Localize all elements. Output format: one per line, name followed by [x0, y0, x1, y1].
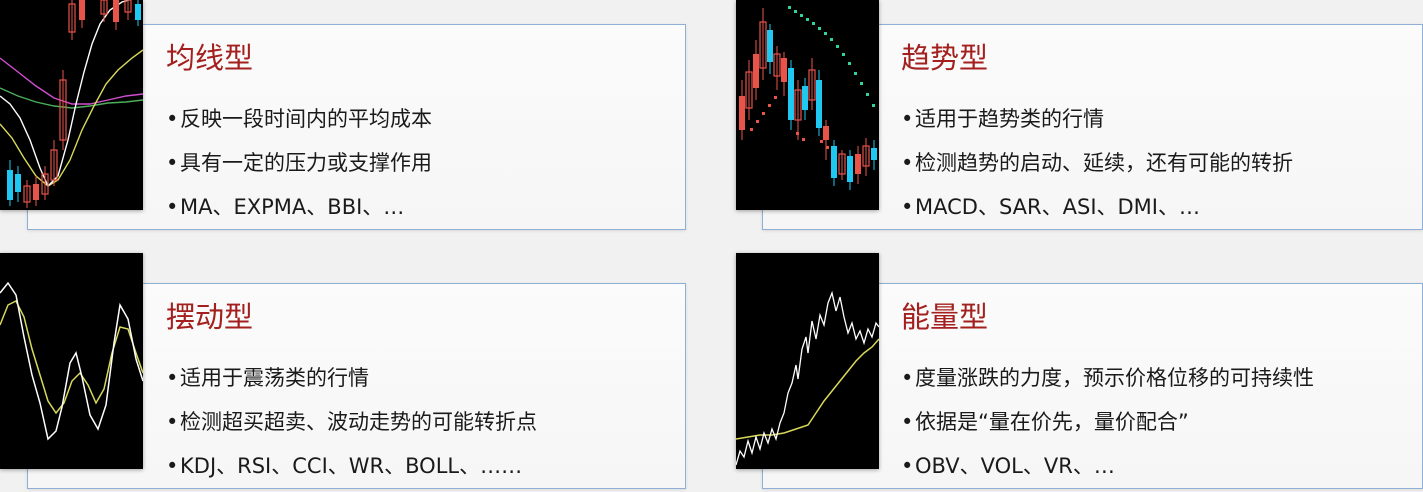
oscillator-chart [0, 281, 143, 441]
oscillator-line-white [0, 281, 143, 441]
volume-chart-thumbnail [736, 253, 879, 469]
list-item: •具有一定的压力或支撑作用 [166, 151, 432, 175]
candle [788, 68, 794, 120]
volume-line-yellow [736, 338, 879, 440]
candle [739, 96, 745, 130]
oscillator-line-yellow [0, 299, 143, 415]
volume-line-white [736, 290, 879, 466]
candle [79, 0, 85, 20]
candle [113, 0, 119, 22]
candle [871, 148, 877, 160]
candle [15, 174, 21, 192]
candle [855, 154, 861, 174]
oscillator-chart-thumbnail [0, 253, 143, 469]
list-item: •MA、EXPMA、BBI、… [166, 195, 405, 219]
list-item: •适用于趋势类的行情 [901, 107, 1104, 131]
trend-chart [739, 6, 877, 190]
list-item: •检测趋势的启动、延续，还有可能的转折 [901, 151, 1293, 175]
list-item: •反映一段时间内的平均成本 [166, 107, 432, 131]
bullet-list: •反映一段时间内的平均成本 •具有一定的压力或支撑作用 •MA、EXPMA、BB… [166, 97, 432, 229]
ma-line-yellow [0, 49, 143, 187]
candle [847, 156, 853, 182]
card-title: 趋势型 [901, 41, 989, 75]
volume-chart [736, 290, 879, 466]
bullet-list: •适用于震荡类的行情 •检测超买超卖、波动走势的可能转折点 •KDJ、RSI、C… [166, 356, 537, 488]
candle [33, 184, 39, 200]
bullet-list: •适用于趋势类的行情 •检测趋势的启动、延续，还有可能的转折 •MACD、SAR… [901, 97, 1293, 229]
moving-average-chart-thumbnail [0, 0, 143, 210]
list-item: •依据是“量在价先，量价配合” [901, 410, 1189, 434]
card-title: 能量型 [901, 300, 989, 334]
candle [816, 80, 822, 128]
candle [135, 4, 141, 20]
candle [781, 58, 787, 82]
candle [7, 170, 13, 200]
candle [767, 30, 773, 62]
list-item: •OBV、VOL、VR、… [901, 454, 1115, 478]
list-item: •检测超买超卖、波动走势的可能转折点 [166, 410, 537, 434]
list-item: •适用于震荡类的行情 [166, 366, 369, 390]
list-item: •MACD、SAR、ASI、DMI、… [901, 195, 1200, 219]
card-title: 均线型 [166, 41, 254, 75]
candle [831, 146, 837, 178]
card-title: 摆动型 [166, 300, 254, 334]
list-item: •度量涨跌的力度，预示价格位移的可持续性 [901, 366, 1314, 390]
candle [802, 86, 808, 110]
candle [823, 126, 829, 140]
moving-average-chart [0, 0, 143, 208]
trend-chart-thumbnail [736, 0, 879, 210]
bullet-list: •度量涨跌的力度，预示价格位移的可持续性 •依据是“量在价先，量价配合” •OB… [901, 356, 1314, 488]
ma-line-green [0, 87, 143, 109]
list-item: •KDJ、RSI、CCI、WR、BOLL、…… [166, 454, 523, 478]
candle [753, 54, 759, 88]
